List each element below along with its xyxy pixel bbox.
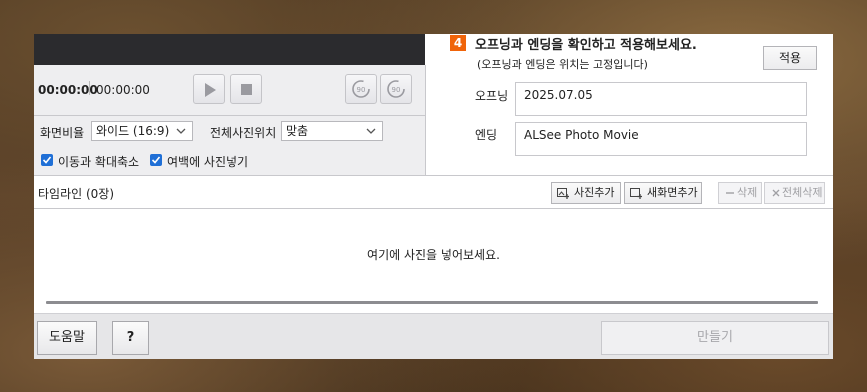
check-icon	[151, 156, 161, 164]
question-button[interactable]: ?	[112, 321, 149, 355]
timeline-empty-message: 여기에 사진을 넣어보세요.	[367, 248, 500, 262]
photo-movie-window: 00:00:00 00:00:00 90 90 화면비율 와이드 (16:9) …	[34, 34, 833, 359]
aspect-value: 와이드 (16:9)	[96, 124, 170, 138]
stop-icon	[241, 84, 252, 95]
bottom-bar: 도움말 ? 만들기	[34, 313, 833, 359]
position-label: 전체사진위치	[210, 126, 277, 140]
apply-button[interactable]: 적용	[763, 46, 817, 70]
timeline-scrollbar[interactable]	[46, 301, 818, 304]
rotate-right-button[interactable]: 90	[380, 74, 412, 104]
play-button[interactable]	[193, 74, 225, 104]
add-photo-label: 사진추가	[574, 186, 615, 199]
timeline-title: 타임라인 (0장)	[38, 187, 115, 201]
svg-text:90: 90	[357, 86, 366, 94]
make-button[interactable]: 만들기	[601, 321, 829, 355]
timeline-toolbar: 타임라인 (0장) 사진추가 새화면추가 삭제 전체삭제	[34, 175, 833, 209]
play-icon	[205, 83, 216, 97]
new-screen-label: 새화면추가	[647, 186, 698, 199]
aspect-label: 화면비율	[40, 126, 85, 140]
delete-label: 삭제	[737, 186, 758, 199]
aspect-select[interactable]: 와이드 (16:9)	[91, 121, 193, 141]
new-screen-icon	[630, 188, 642, 199]
check-icon	[42, 156, 52, 164]
add-photo-icon	[557, 188, 569, 199]
position-value: 맞춤	[286, 124, 309, 138]
player-options-panel: 00:00:00 00:00:00 90 90 화면비율 와이드 (16:9) …	[34, 65, 426, 175]
position-select[interactable]: 맞춤	[281, 121, 383, 141]
opening-field[interactable]: 2025.07.05	[515, 82, 807, 116]
add-photo-button[interactable]: 사진추가	[551, 182, 621, 204]
rotate-left-icon: 90	[352, 80, 370, 98]
pan-zoom-checkbox[interactable]	[41, 154, 53, 166]
ending-label: 엔딩	[475, 128, 498, 142]
preview-area	[34, 34, 425, 65]
close-icon	[772, 189, 780, 197]
step-subtitle: (오프닝과 엔딩은 위치는 고정입니다)	[477, 58, 648, 71]
stop-button[interactable]	[230, 74, 262, 104]
add-new-screen-button[interactable]: 새화면추가	[624, 182, 702, 204]
help-button[interactable]: 도움말	[37, 321, 97, 355]
rotate-right-icon: 90	[387, 80, 405, 98]
chevron-down-icon	[366, 128, 376, 134]
minus-icon	[726, 192, 734, 194]
delete-all-button[interactable]: 전체삭제	[764, 182, 825, 204]
pan-zoom-label: 이동과 확대축소	[58, 155, 140, 169]
playback-controls: 00:00:00 00:00:00 90 90	[34, 65, 425, 116]
delete-button[interactable]: 삭제	[718, 182, 762, 204]
chevron-down-icon	[176, 128, 186, 134]
total-time: 00:00:00	[96, 83, 150, 97]
ending-field[interactable]: ALSee Photo Movie	[515, 122, 807, 156]
timeline-drop-area[interactable]: 여기에 사진을 넣어보세요.	[34, 209, 833, 297]
step-title: 오프닝과 엔딩을 확인하고 적용해보세요.	[475, 38, 697, 53]
rotate-left-button[interactable]: 90	[345, 74, 377, 104]
time-divider	[89, 81, 90, 95]
step-badge: 4	[450, 35, 466, 51]
fill-margin-label: 여백에 사진넣기	[167, 155, 249, 169]
opening-label: 오프닝	[475, 89, 509, 103]
svg-text:90: 90	[392, 86, 401, 94]
delete-all-label: 전체삭제	[782, 186, 823, 199]
opening-ending-panel: 4 오프닝과 엔딩을 확인하고 적용해보세요. (오프닝과 엔딩은 위치는 고정…	[426, 34, 833, 175]
fill-margin-checkbox[interactable]	[150, 154, 162, 166]
